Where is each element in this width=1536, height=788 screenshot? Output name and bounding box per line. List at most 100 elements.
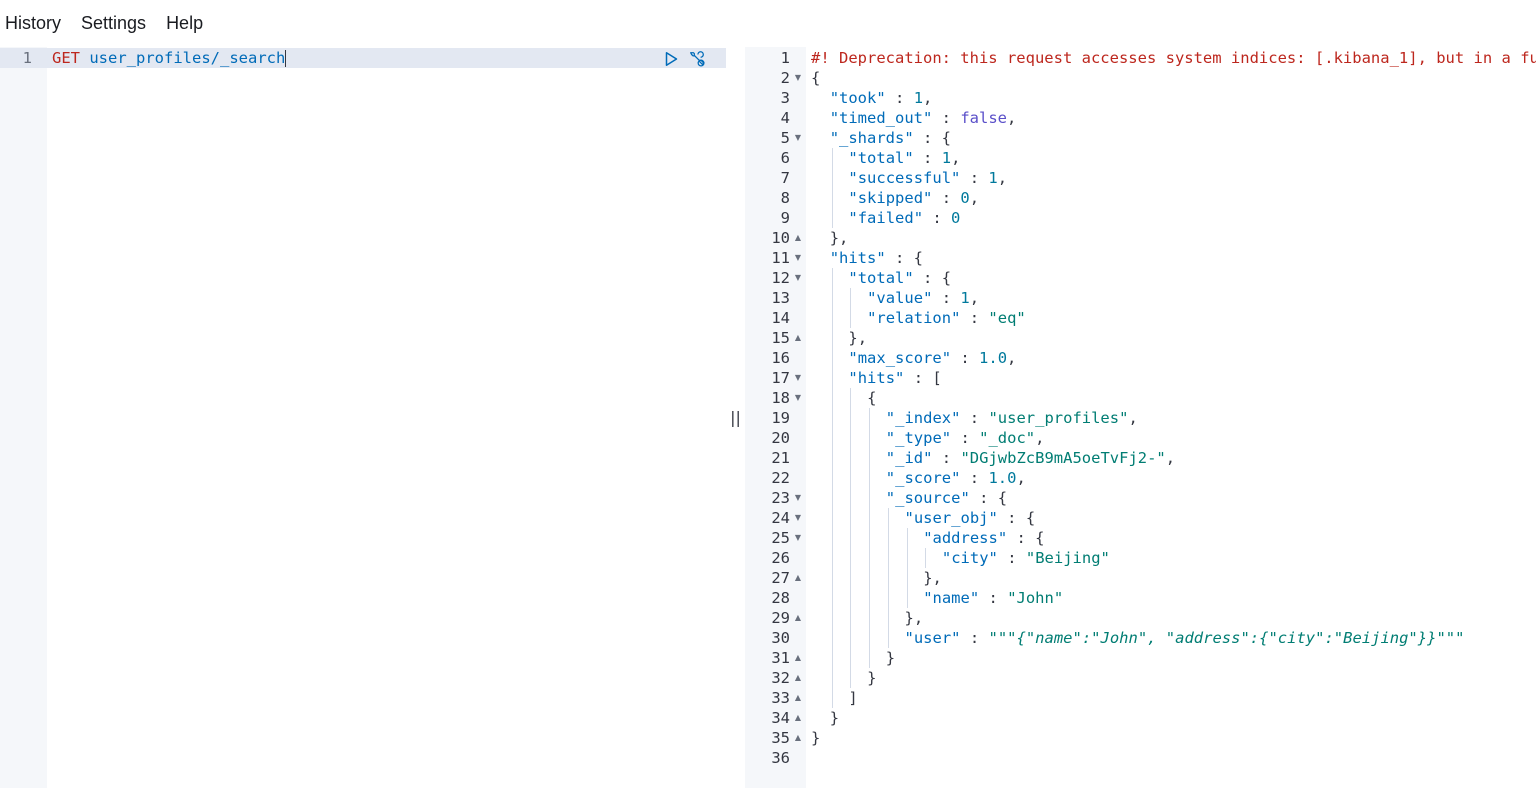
menu-history[interactable]: History (0, 0, 66, 47)
token: "user_profiles" (988, 409, 1129, 427)
response-line: 24 ▼ "user_obj" : { (745, 508, 1536, 528)
fold-close-icon[interactable]: ▲ (793, 228, 803, 248)
token: : [ (904, 369, 942, 387)
fold-open-icon[interactable]: ▼ (793, 508, 803, 528)
token: "eq" (988, 309, 1026, 327)
response-line-number: 2 (780, 69, 790, 87)
response-line-number: 15 (771, 329, 790, 347)
token: "timed_out" (829, 109, 933, 127)
fold-open-icon[interactable]: ▼ (793, 128, 803, 148)
drag-handle-icon[interactable]: || (730, 408, 741, 427)
response-line-content: "failed" : 0 (848, 208, 960, 228)
fold-open-icon[interactable]: ▼ (793, 528, 803, 548)
request-gutter (0, 47, 47, 788)
response-line-number: 8 (780, 189, 790, 207)
token: : { (913, 129, 952, 147)
response-line: 5 ▼ "_shards" : { (745, 128, 1536, 148)
response-line-content: { (867, 388, 876, 408)
request-actions (662, 49, 706, 69)
menu-help[interactable]: Help (161, 0, 208, 47)
token: "total" (848, 269, 914, 287)
response-line-number: 17 (771, 369, 790, 387)
response-line-number: 10 (771, 229, 790, 247)
response-line-number: 24 (771, 509, 790, 527)
token: "name" (923, 589, 980, 607)
response-line: 25 ▼ "address" : { (745, 528, 1536, 548)
token: , (923, 89, 933, 107)
token: "user" (904, 629, 961, 647)
fold-close-icon[interactable]: ▲ (793, 608, 803, 628)
response-line-content: "hits" : [ (848, 368, 941, 388)
fold-close-icon[interactable]: ▲ (793, 328, 803, 348)
response-viewer[interactable]: 1 #! Deprecation: this request accesses s… (745, 47, 1536, 788)
fold-close-icon[interactable]: ▲ (793, 728, 803, 748)
response-line: 4 "timed_out" : false, (745, 108, 1536, 128)
token: 1 (960, 289, 970, 307)
fold-close-icon[interactable]: ▲ (793, 708, 803, 728)
response-line-content: "name" : "John" (923, 588, 1063, 608)
response-line-content: }, (905, 608, 924, 628)
response-line-content: #! Deprecation: this request accesses sy… (811, 48, 1536, 68)
fold-open-icon[interactable]: ▼ (793, 268, 803, 288)
token: } (811, 729, 821, 747)
fold-close-icon[interactable]: ▲ (793, 648, 803, 668)
response-line-number: 29 (771, 609, 790, 627)
fold-close-icon[interactable]: ▲ (793, 688, 803, 708)
response-line-content: } (886, 648, 895, 668)
response-line-content: "total" : { (848, 268, 951, 288)
token: "_source" (885, 489, 970, 507)
response-line-content: "total" : 1, (848, 148, 960, 168)
pane-resizer[interactable]: || (726, 47, 745, 788)
token: {"name":"John", "address":{"city":"Beiji… (1016, 629, 1437, 647)
token: : (960, 469, 989, 487)
response-line: 23 ▼ "_source" : { (745, 488, 1536, 508)
response-line-content: "took" : 1, (830, 88, 933, 108)
token: , (1165, 449, 1176, 467)
response-line-number: 20 (771, 429, 790, 447)
fold-open-icon[interactable]: ▼ (793, 388, 803, 408)
response-line-number: 27 (771, 569, 790, 587)
wrench-icon[interactable] (688, 50, 706, 68)
response-line: 34 ▲} (745, 708, 1536, 728)
fold-open-icon[interactable]: ▼ (793, 68, 803, 88)
response-line: 30 "user" : """{"name":"John", "address":… (745, 628, 1536, 648)
token: } (885, 649, 896, 667)
response-line-number: 14 (771, 309, 790, 327)
response-line-content: "user" : """{"name":"John", "address":{"… (905, 628, 1465, 648)
play-icon[interactable] (662, 50, 680, 68)
token: : (997, 549, 1026, 567)
token: , (951, 149, 961, 167)
response-line: 31 ▲} (745, 648, 1536, 668)
token: { (811, 69, 821, 87)
request-code-area[interactable] (47, 47, 726, 788)
response-line-content: "max_score" : 1.0, (848, 348, 1016, 368)
response-line: 29 ▲}, (745, 608, 1536, 628)
menu-settings[interactable]: Settings (76, 0, 151, 47)
request-editor[interactable]: 1 GET user_profiles/_search (0, 47, 726, 788)
fold-open-icon[interactable]: ▼ (793, 368, 803, 388)
token: 0 (960, 189, 970, 207)
response-line: 21 "_id" : "DGjwbZcB9mA5oeTvFj2-", (745, 448, 1536, 468)
response-line-content: "address" : { (923, 528, 1044, 548)
token: #! Deprecation: this request accesses sy… (811, 49, 1536, 67)
fold-close-icon[interactable]: ▲ (793, 668, 803, 688)
response-line-content: "user_obj" : { (905, 508, 1036, 528)
response-line-content: }, (848, 328, 867, 348)
request-line[interactable]: GET user_profiles/_search (52, 48, 287, 68)
fold-open-icon[interactable]: ▼ (793, 488, 803, 508)
fold-close-icon[interactable]: ▲ (793, 568, 803, 588)
token: "hits" (829, 249, 886, 267)
fold-open-icon[interactable]: ▼ (793, 248, 803, 268)
token: : (960, 629, 989, 647)
token: "_doc" (979, 429, 1036, 447)
token: : (913, 149, 942, 167)
response-line-content: "_type" : "_doc", (886, 428, 1045, 448)
response-line-content: ] (848, 688, 857, 708)
request-method: GET (52, 49, 80, 67)
response-line-content: "value" : 1, (867, 288, 979, 308)
token: }, (829, 229, 849, 247)
token: , (969, 189, 980, 207)
response-line-number: 1 (780, 49, 790, 67)
response-line-content: }, (830, 228, 849, 248)
response-line: 2 ▼ { (745, 68, 1536, 88)
